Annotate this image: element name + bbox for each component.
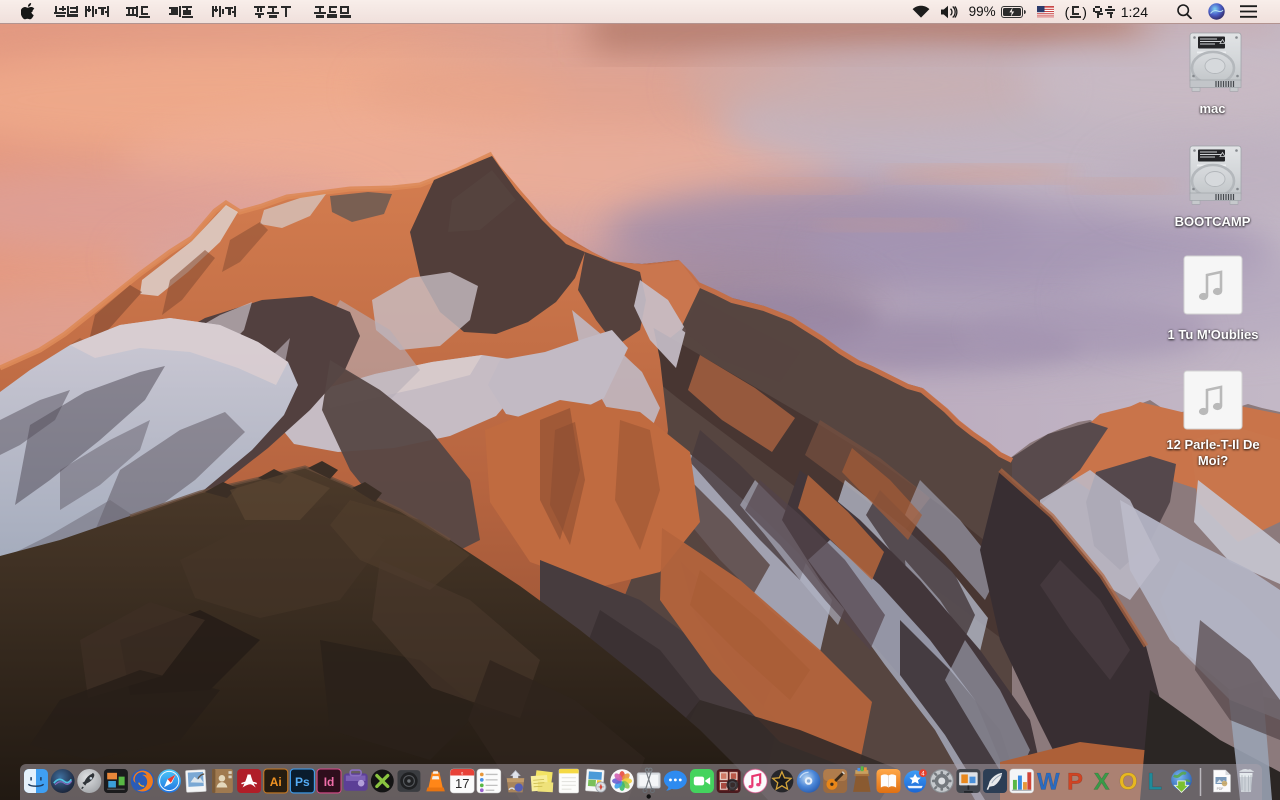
svg-text:L: L [1148, 769, 1163, 796]
svg-text:P: P [1067, 769, 1083, 796]
svg-text:Ai: Ai [270, 775, 282, 789]
svg-text:W: W [1037, 769, 1060, 796]
svg-text:X: X [1094, 769, 1110, 796]
svg-text:PDF: PDF [1217, 787, 1224, 791]
svg-text:6: 6 [461, 771, 463, 775]
svg-text:O: O [1119, 769, 1138, 796]
svg-text:Id: Id [324, 775, 335, 789]
svg-text:17: 17 [455, 776, 470, 791]
svg-text:Ps: Ps [295, 775, 310, 789]
